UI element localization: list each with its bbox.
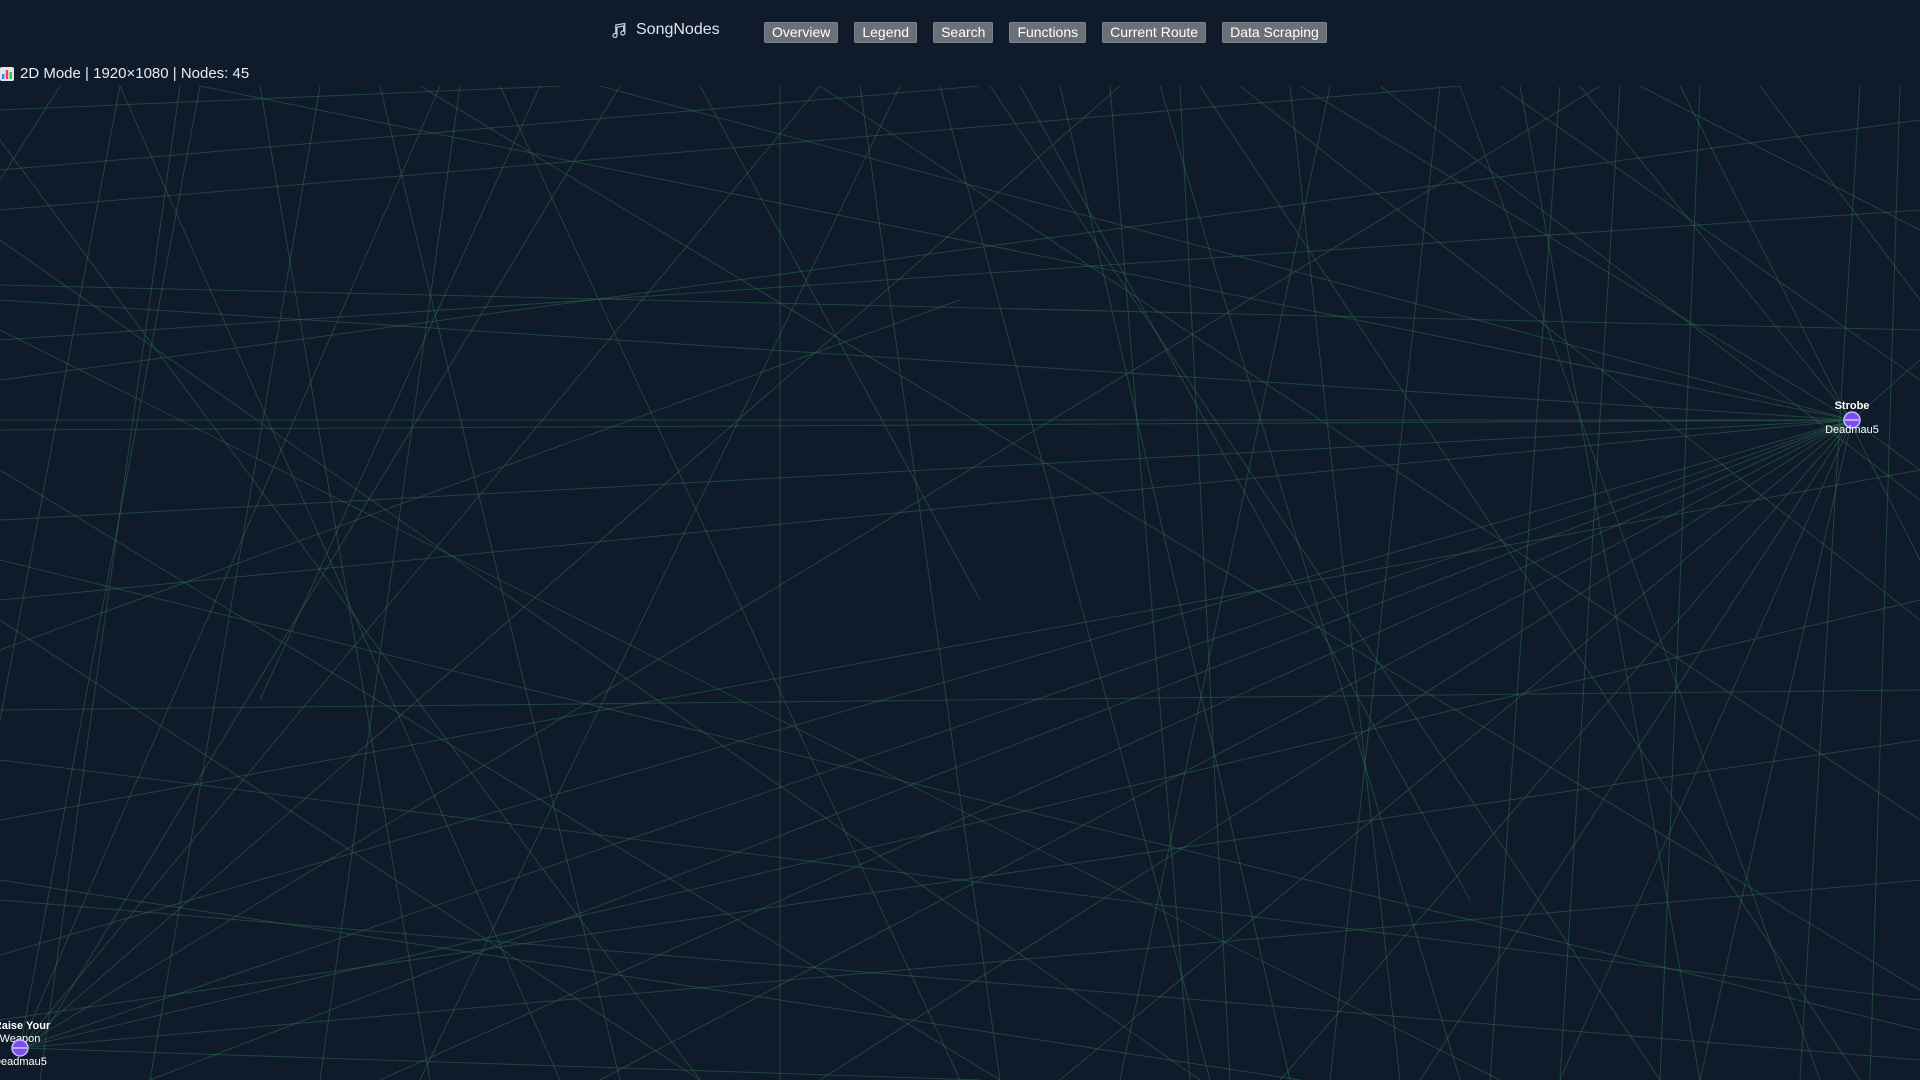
legend-button[interactable]: Legend: [854, 22, 918, 43]
graph-edge: [0, 139, 701, 1080]
graph-edge: [0, 469, 1920, 821]
graph-edge: [1059, 419, 1853, 1080]
node-artist: Deadmau5: [1825, 424, 1879, 436]
graph-edge: [1639, 86, 1920, 231]
status-text: 2D Mode | 1920×1080 | Nodes: 45: [20, 65, 250, 82]
data-scraping-button[interactable]: Data Scraping: [1222, 22, 1327, 43]
graph-edge: [1869, 86, 1901, 1080]
graph-edge: [859, 86, 1001, 1080]
graph-edge: [819, 419, 1853, 1080]
node-title: Strobe: [1835, 400, 1870, 412]
top-bar: SongNodes Overview Legend Search Functio…: [0, 0, 1920, 64]
graph-edge: [19, 86, 1601, 1049]
music-note-icon: [612, 22, 626, 38]
graph-edge: [419, 86, 901, 1080]
graph-edge: [0, 619, 701, 1080]
functions-button[interactable]: Functions: [1009, 22, 1087, 43]
graph-edges: [0, 86, 1920, 1080]
graph-edge: [1019, 86, 1471, 901]
graph-edge: [259, 86, 431, 1080]
graph-edge: [0, 284, 1920, 331]
graph-edge: [0, 329, 1501, 1080]
graph-edge: [0, 86, 561, 111]
graph-edge: [0, 879, 1301, 1080]
graph-edge: [1579, 86, 1853, 421]
graph-edge: [19, 86, 441, 1049]
overview-button[interactable]: Overview: [764, 22, 839, 43]
node-title-line-1: Raise Your: [0, 1020, 51, 1032]
main-nav: Overview Legend Search Functions Current…: [764, 22, 1327, 43]
app-brand: SongNodes: [612, 21, 720, 39]
graph-edge: [1799, 86, 1861, 1080]
graph-edge: [499, 86, 961, 1080]
graph-edge: [1759, 86, 1920, 301]
graph-edge: [0, 419, 1853, 431]
graph-edge: [39, 86, 181, 1080]
graph-edge: [0, 419, 1853, 601]
graph-edge: [379, 86, 621, 1080]
graph-edge: [19, 86, 1121, 1049]
graph-edge: [939, 86, 1211, 1080]
graph-edge: [19, 86, 201, 1049]
current-route-button[interactable]: Current Route: [1102, 22, 1207, 43]
graph-edge: [379, 419, 1853, 1080]
search-button[interactable]: Search: [933, 22, 994, 43]
graph-edge: [989, 86, 1661, 1080]
graph-edge: [1559, 86, 1621, 1080]
bar-chart-icon: [0, 66, 14, 81]
graph-edge: [1559, 419, 1853, 1080]
graph-edge: [1109, 86, 1191, 1080]
graph-edge: [1659, 86, 1701, 1080]
graph-edge: [0, 86, 121, 721]
graph-edge: [1419, 419, 1853, 1080]
graph-edge: [599, 86, 1853, 421]
graph-edge: [1679, 86, 1920, 561]
graph-canvas[interactable]: Strobe Deadmau5 Raise Your Weapon Deadma…: [0, 86, 1920, 1080]
graph-edge: [149, 419, 1853, 1080]
graph-node-strobe[interactable]: Strobe Deadmau5: [1825, 400, 1879, 436]
graph-edge: [39, 86, 621, 1041]
graph-edge: [19, 86, 821, 1049]
app-title: SongNodes: [636, 21, 720, 38]
graph-edge: [0, 86, 981, 171]
graph-node-raise-your-weapon[interactable]: Raise Your Weapon Deadmau5: [0, 1020, 51, 1068]
graph-edge: [0, 559, 1920, 1031]
status-readout: 2D Mode | 1920×1080 | Nodes: 45: [0, 65, 249, 82]
graph-edge: [19, 419, 1853, 1049]
graph-edge: [0, 469, 1001, 1080]
graph-edge: [1699, 419, 1853, 1080]
graph-edge: [699, 86, 981, 601]
graph-edge: [1059, 86, 1291, 1080]
graph-edge: [0, 299, 1853, 421]
graph-edge: [1299, 86, 1853, 421]
graph-edge: [319, 86, 461, 1080]
node-artist: Deadmau5: [0, 1056, 47, 1068]
graph-edge: [19, 1047, 981, 1080]
